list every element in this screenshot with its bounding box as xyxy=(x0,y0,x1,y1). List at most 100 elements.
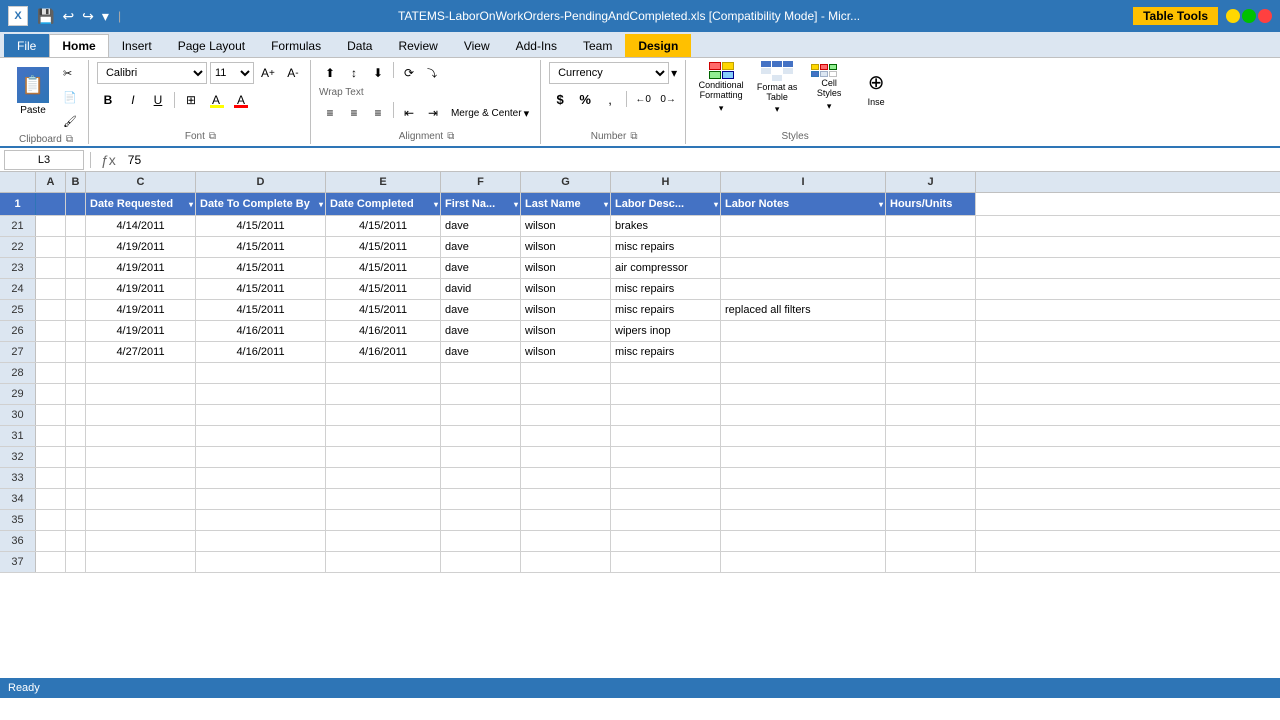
col-header-d[interactable]: D xyxy=(196,172,326,192)
cell-e-21[interactable]: 4/15/2011 xyxy=(326,216,441,236)
cell-g-36[interactable] xyxy=(521,531,611,551)
tab-formulas[interactable]: Formulas xyxy=(258,34,334,57)
cell-styles-dropdown-icon[interactable]: ▾ xyxy=(827,101,832,112)
cell-j-25[interactable] xyxy=(886,300,976,320)
tab-addins[interactable]: Add-Ins xyxy=(503,34,570,57)
cell-h-32[interactable] xyxy=(611,447,721,467)
cell-e-24[interactable]: 4/15/2011 xyxy=(326,279,441,299)
merge-dropdown-icon[interactable]: ▾ xyxy=(524,107,530,120)
cell-d-27[interactable]: 4/16/2011 xyxy=(196,342,326,362)
cell-i-33[interactable] xyxy=(721,468,886,488)
cell-f-31[interactable] xyxy=(441,426,521,446)
cell-e-30[interactable] xyxy=(326,405,441,425)
cell-j-30[interactable] xyxy=(886,405,976,425)
undo-button[interactable]: ↩ xyxy=(59,8,77,25)
col-g-dropdown[interactable]: ▾ xyxy=(604,200,608,209)
cell-d-37[interactable] xyxy=(196,552,326,572)
font-family-select[interactable]: Calibri xyxy=(97,62,207,84)
cell-e-31[interactable] xyxy=(326,426,441,446)
cell-b-33[interactable] xyxy=(66,468,86,488)
cell-a-26[interactable] xyxy=(36,321,66,341)
tab-page-layout[interactable]: Page Layout xyxy=(165,34,258,57)
cell-b-28[interactable] xyxy=(66,363,86,383)
cell-a-21[interactable] xyxy=(36,216,66,236)
cell-g-21[interactable]: wilson xyxy=(521,216,611,236)
cell-g-31[interactable] xyxy=(521,426,611,446)
alignment-expand-icon[interactable]: ⧉ xyxy=(447,131,454,142)
cell-e-33[interactable] xyxy=(326,468,441,488)
cell-a-32[interactable] xyxy=(36,447,66,467)
cell-d-32[interactable] xyxy=(196,447,326,467)
cell-c-27[interactable]: 4/27/2011 xyxy=(86,342,196,362)
align-middle-button[interactable]: ↕ xyxy=(343,62,365,84)
align-left-button[interactable]: ≡ xyxy=(319,102,341,124)
cell-d-23[interactable]: 4/15/2011 xyxy=(196,258,326,278)
text-direction-button[interactable]: ⟳ xyxy=(398,62,420,84)
cell-h-29[interactable] xyxy=(611,384,721,404)
header-cell-g[interactable]: Last Name ▾ xyxy=(521,193,611,215)
header-cell-i[interactable]: Labor Notes ▾ xyxy=(721,193,886,215)
tab-design[interactable]: Design xyxy=(625,34,691,57)
cell-d-26[interactable]: 4/16/2011 xyxy=(196,321,326,341)
cell-h-36[interactable] xyxy=(611,531,721,551)
cell-c-37[interactable] xyxy=(86,552,196,572)
cell-a-25[interactable] xyxy=(36,300,66,320)
cell-c-26[interactable]: 4/19/2011 xyxy=(86,321,196,341)
cell-b-29[interactable] xyxy=(66,384,86,404)
cell-c-23[interactable]: 4/19/2011 xyxy=(86,258,196,278)
cell-c-33[interactable] xyxy=(86,468,196,488)
font-expand-icon[interactable]: ⧉ xyxy=(209,131,216,142)
cell-e-27[interactable]: 4/16/2011 xyxy=(326,342,441,362)
col-header-c[interactable]: C xyxy=(86,172,196,192)
cell-b-24[interactable] xyxy=(66,279,86,299)
col-f-dropdown[interactable]: ▾ xyxy=(514,200,518,209)
col-i-dropdown[interactable]: ▾ xyxy=(879,200,883,209)
cell-j-33[interactable] xyxy=(886,468,976,488)
cell-b-37[interactable] xyxy=(66,552,86,572)
increase-indent-button[interactable]: ⇥ xyxy=(422,102,444,124)
tab-review[interactable]: Review xyxy=(385,34,450,57)
cell-h-34[interactable] xyxy=(611,489,721,509)
header-cell-f[interactable]: First Na... ▾ xyxy=(441,193,521,215)
cell-a-22[interactable] xyxy=(36,237,66,257)
cell-f-32[interactable] xyxy=(441,447,521,467)
cell-j-37[interactable] xyxy=(886,552,976,572)
header-cell-h[interactable]: Labor Desc... ▾ xyxy=(611,193,721,215)
cell-a-34[interactable] xyxy=(36,489,66,509)
currency-button[interactable]: $ xyxy=(549,88,571,110)
cell-c-30[interactable] xyxy=(86,405,196,425)
format-table-dropdown-icon[interactable]: ▾ xyxy=(775,104,780,115)
cell-c-29[interactable] xyxy=(86,384,196,404)
cell-a-28[interactable] xyxy=(36,363,66,383)
cell-e-29[interactable] xyxy=(326,384,441,404)
cell-j-24[interactable] xyxy=(886,279,976,299)
align-right-button[interactable]: ≡ xyxy=(367,102,389,124)
cell-e-34[interactable] xyxy=(326,489,441,509)
minimize-button[interactable] xyxy=(1226,9,1240,23)
cell-d-31[interactable] xyxy=(196,426,326,446)
cell-g-22[interactable]: wilson xyxy=(521,237,611,257)
cell-b-34[interactable] xyxy=(66,489,86,509)
cell-b-27[interactable] xyxy=(66,342,86,362)
header-cell-d[interactable]: Date To Complete By ▾ xyxy=(196,193,326,215)
tab-file[interactable]: File xyxy=(4,34,49,57)
col-header-g[interactable]: G xyxy=(521,172,611,192)
cell-a-27[interactable] xyxy=(36,342,66,362)
align-bottom-button[interactable]: ⬇ xyxy=(367,62,389,84)
merge-center-button[interactable]: Merge & Center ▾ xyxy=(446,102,534,124)
cell-i-27[interactable] xyxy=(721,342,886,362)
cell-c-25[interactable]: 4/19/2011 xyxy=(86,300,196,320)
cell-c-22[interactable]: 4/19/2011 xyxy=(86,237,196,257)
number-format-dropdown-icon[interactable]: ▾ xyxy=(671,66,677,80)
col-header-e[interactable]: E xyxy=(326,172,441,192)
cell-f-36[interactable] xyxy=(441,531,521,551)
cell-j-29[interactable] xyxy=(886,384,976,404)
function-icon[interactable]: ƒx xyxy=(97,152,120,168)
cell-g-29[interactable] xyxy=(521,384,611,404)
cell-j-35[interactable] xyxy=(886,510,976,530)
col-header-h[interactable]: H xyxy=(611,172,721,192)
cell-e-23[interactable]: 4/15/2011 xyxy=(326,258,441,278)
font-size-select[interactable]: 11 xyxy=(210,62,254,84)
cell-b-26[interactable] xyxy=(66,321,86,341)
col-header-i[interactable]: I xyxy=(721,172,886,192)
